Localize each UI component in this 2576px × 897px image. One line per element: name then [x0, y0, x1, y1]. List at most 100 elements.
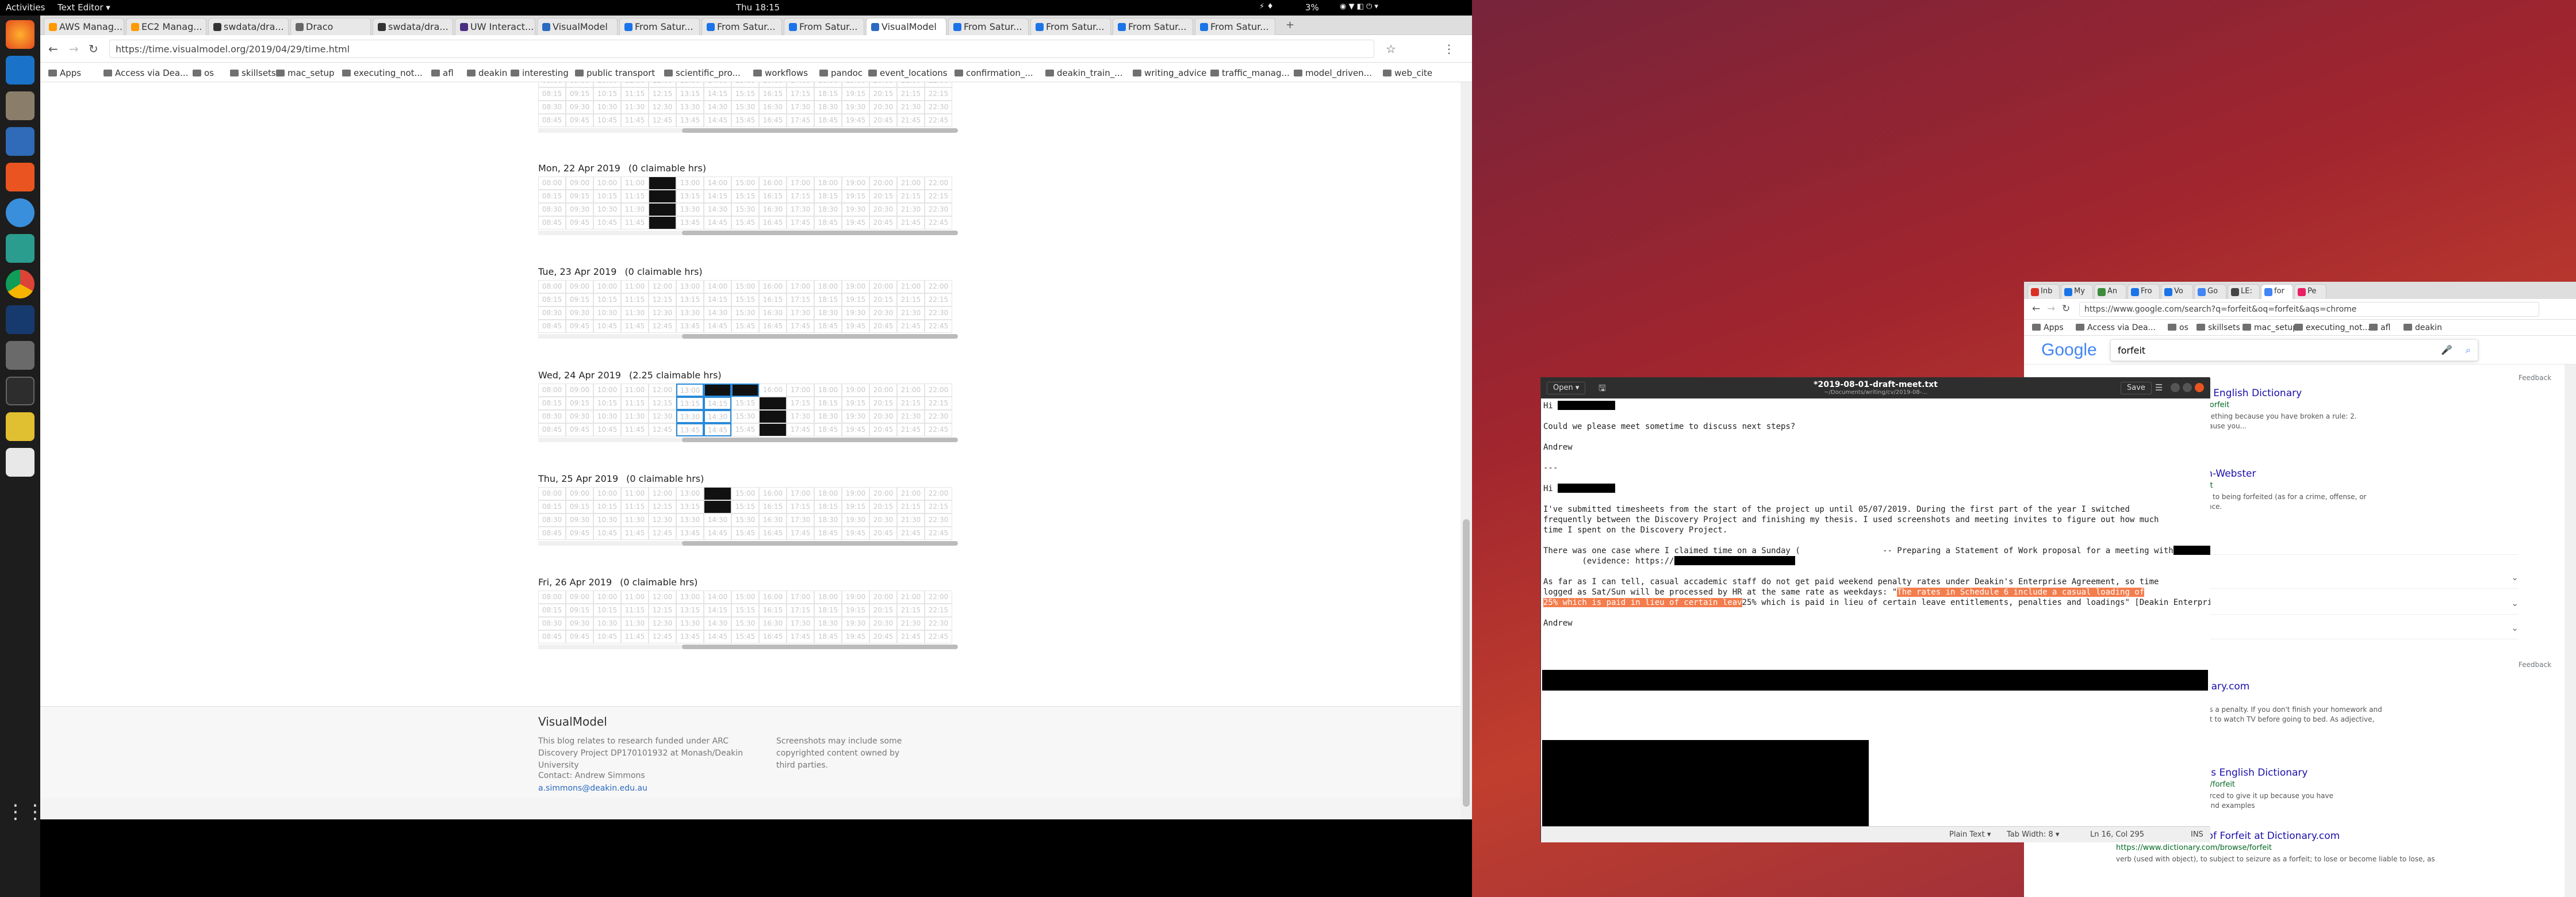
time-cell[interactable]: 08:00: [538, 384, 566, 397]
time-cell[interactable]: 12:30: [649, 513, 676, 527]
time-cell[interactable]: 10:00: [593, 591, 621, 604]
tab-12[interactable]: From Satur...: [1030, 18, 1111, 35]
time-cell[interactable]: 16:15: [759, 87, 787, 101]
bookmark-7[interactable]: deakin: [2404, 323, 2442, 332]
time-cell[interactable]: 22:45: [925, 320, 952, 333]
time-cell[interactable]: 22:00: [925, 591, 952, 604]
time-cell[interactable]: 19:00: [842, 177, 869, 190]
activities-button[interactable]: Activities: [6, 2, 45, 13]
time-cell[interactable]: 09:00: [566, 82, 593, 87]
time-cell[interactable]: 09:00: [566, 487, 593, 500]
grid-scrollbar[interactable]: [538, 541, 958, 546]
bookmark-2[interactable]: os: [193, 68, 214, 78]
time-cell[interactable]: 14:30: [704, 513, 731, 527]
time-cell[interactable]: 17:45: [787, 630, 814, 643]
time-cell[interactable]: 14:00: [704, 280, 731, 293]
time-cell[interactable]: 14:45: [704, 320, 731, 333]
time-cell[interactable]: 12:30: [649, 410, 676, 423]
time-cell[interactable]: 10:30: [593, 203, 621, 216]
time-cell[interactable]: 08:45: [538, 114, 566, 127]
time-cell[interactable]: 08:30: [538, 617, 566, 630]
time-cell[interactable]: 10:00: [593, 280, 621, 293]
open-button[interactable]: Open ▾: [1547, 382, 1586, 394]
time-cell[interactable]: 17:15: [787, 397, 814, 410]
time-cell[interactable]: 15:00: [731, 177, 759, 190]
time-cell[interactable]: 09:45: [566, 216, 593, 229]
time-cell[interactable]: 16:00: [759, 82, 787, 87]
time-cell[interactable]: 19:00: [842, 280, 869, 293]
tab-11[interactable]: From Satur...: [948, 18, 1029, 35]
tab-width-selector[interactable]: Tab Width: 8 ▾: [2007, 830, 2059, 839]
tab-1[interactable]: EC2 Manag...: [126, 18, 206, 35]
time-cell[interactable]: 10:45: [593, 630, 621, 643]
time-cell[interactable]: 20:45: [869, 423, 897, 436]
time-cell[interactable]: 10:00: [593, 487, 621, 500]
bookmark-6[interactable]: afl: [431, 68, 454, 78]
bookmark-16[interactable]: writing_advice: [1133, 68, 1206, 78]
time-cell[interactable]: 12:45: [649, 216, 676, 229]
time-cell[interactable]: 13:00: [676, 487, 704, 500]
time-cell[interactable]: 14:15: [704, 87, 731, 101]
time-cell[interactable]: 12:30: [649, 101, 676, 114]
time-cell[interactable]: 12:15: [649, 87, 676, 101]
time-cell[interactable]: 22:15: [925, 500, 952, 513]
time-cell[interactable]: 13:00: [676, 177, 704, 190]
time-cell[interactable]: 09:00: [566, 591, 593, 604]
time-cell[interactable]: 10:30: [593, 513, 621, 527]
time-cell[interactable]: 22:30: [925, 617, 952, 630]
tab-4[interactable]: Vo: [2161, 284, 2193, 299]
time-cell[interactable]: 18:30: [814, 617, 842, 630]
time-cell[interactable]: 13:15: [676, 397, 704, 410]
time-cell[interactable]: 16:45: [759, 320, 787, 333]
time-cell[interactable]: 08:30: [538, 203, 566, 216]
time-cell[interactable]: 14:30: [704, 101, 731, 114]
time-cell[interactable]: 17:30: [787, 306, 814, 320]
time-cell[interactable]: 15:15: [731, 500, 759, 513]
time-cell[interactable]: 10:30: [593, 410, 621, 423]
result-url[interactable]: https://www.dictionary.com/browse/forfei…: [2116, 844, 2507, 852]
tab-8[interactable]: From Satur...: [702, 18, 782, 35]
time-cell[interactable]: 16:15: [759, 397, 787, 410]
time-cell[interactable]: 14:15: [704, 604, 731, 617]
time-cell[interactable]: 16:30: [759, 203, 787, 216]
bookmark-7[interactable]: deakin: [467, 68, 507, 78]
time-cell[interactable]: 20:45: [869, 320, 897, 333]
time-cell[interactable]: 14:15: [704, 190, 731, 203]
time-cell[interactable]: 15:00: [731, 384, 759, 397]
time-cell[interactable]: 22:15: [925, 604, 952, 617]
time-cell[interactable]: 17:15: [787, 604, 814, 617]
time-cell[interactable]: 21:00: [897, 591, 925, 604]
bookmark-19[interactable]: web_cite: [1383, 68, 1432, 78]
grid-scrollbar-thumb[interactable]: [682, 128, 958, 133]
time-cell[interactable]: 08:00: [538, 487, 566, 500]
tab-3[interactable]: Fro: [2128, 284, 2160, 299]
time-cell[interactable]: 21:00: [897, 487, 925, 500]
time-cell[interactable]: 12:00: [649, 591, 676, 604]
time-cell[interactable]: 22:00: [925, 280, 952, 293]
time-cell[interactable]: 16:45: [759, 630, 787, 643]
time-cell[interactable]: 18:45: [814, 320, 842, 333]
time-cell[interactable]: 09:30: [566, 410, 593, 423]
time-cell[interactable]: 22:45: [925, 114, 952, 127]
time-cell[interactable]: 14:45: [704, 216, 731, 229]
time-cell[interactable]: 20:15: [869, 190, 897, 203]
time-cell[interactable]: 15:15: [731, 190, 759, 203]
time-cell[interactable]: 08:30: [538, 101, 566, 114]
time-cell[interactable]: 10:15: [593, 604, 621, 617]
tab-0[interactable]: AWS Manag...: [44, 18, 124, 35]
time-cell[interactable]: 19:30: [842, 410, 869, 423]
time-cell[interactable]: 12:45: [649, 114, 676, 127]
bookmark-14[interactable]: confirmation_...: [954, 68, 1033, 78]
time-cell[interactable]: 21:15: [897, 604, 925, 617]
time-cell[interactable]: 13:00: [676, 591, 704, 604]
time-cell[interactable]: 22:15: [925, 87, 952, 101]
time-cell[interactable]: 20:00: [869, 177, 897, 190]
time-cell[interactable]: 22:00: [925, 82, 952, 87]
time-cell[interactable]: 13:15: [676, 500, 704, 513]
time-cell[interactable]: 17:30: [787, 513, 814, 527]
time-cell[interactable]: 15:30: [731, 617, 759, 630]
time-cell[interactable]: 22:45: [925, 423, 952, 436]
time-cell[interactable]: 11:00: [621, 591, 649, 604]
time-cell[interactable]: 16:30: [759, 617, 787, 630]
time-cell[interactable]: 10:45: [593, 114, 621, 127]
